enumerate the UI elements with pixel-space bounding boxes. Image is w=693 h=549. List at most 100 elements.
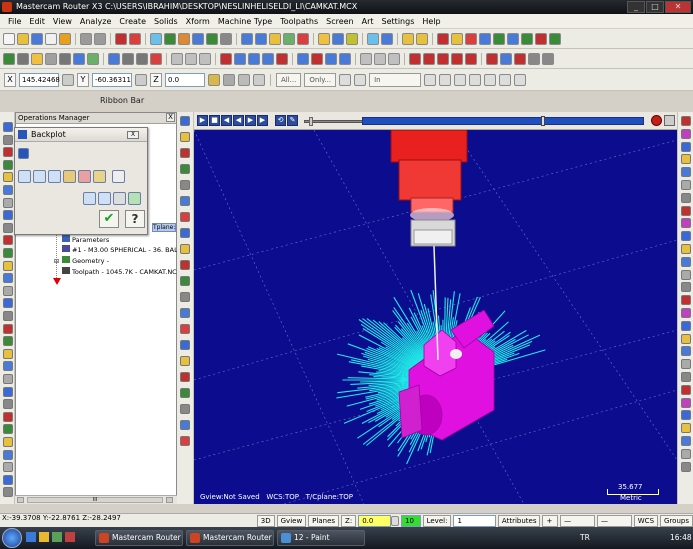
folder-icon[interactable]	[39, 532, 49, 542]
left-tool-7-icon[interactable]	[3, 197, 13, 208]
task-mastercam-2[interactable]: Mastercam Router X...	[186, 530, 274, 546]
target-icon[interactable]	[514, 73, 527, 86]
info-icon[interactable]	[112, 170, 125, 183]
xform-project-icon[interactable]	[325, 52, 337, 65]
cube-icon[interactable]	[283, 32, 295, 45]
help-button[interactable]: ?	[125, 210, 145, 228]
analyze-icon[interactable]	[367, 32, 379, 45]
left-tool-4-icon[interactable]	[3, 159, 13, 170]
misc1-icon[interactable]	[486, 52, 498, 65]
right-tool-3-icon[interactable]	[681, 141, 691, 152]
gview-button[interactable]: Gview	[276, 514, 307, 527]
play-icon[interactable]: ▶	[197, 115, 208, 126]
task-paint[interactable]: 12 - Paint	[277, 530, 365, 546]
cut-icon[interactable]	[59, 32, 71, 45]
misc4-icon[interactable]	[528, 52, 540, 65]
view-right-icon[interactable]	[220, 32, 232, 45]
close-window-button[interactable]: ✕	[665, 1, 691, 13]
redo-icon[interactable]	[94, 32, 106, 45]
wcs-icon[interactable]	[318, 32, 330, 45]
camera-icon[interactable]	[113, 192, 126, 205]
left-tool-16-icon[interactable]	[3, 311, 13, 321]
left-tool-17-icon[interactable]	[3, 323, 13, 334]
solid-sweep-icon[interactable]	[388, 52, 400, 65]
fillet-icon[interactable]	[45, 52, 57, 65]
lock-icon[interactable]	[208, 73, 220, 86]
view-tool-21-icon[interactable]	[180, 436, 190, 446]
break-icon[interactable]	[122, 52, 134, 65]
level-label[interactable]: Level:	[422, 514, 452, 527]
grid-icon[interactable]	[437, 32, 449, 45]
media-icon[interactable]	[52, 532, 62, 542]
undo-icon[interactable]	[80, 32, 92, 45]
language-indicator[interactable]: TR	[580, 533, 590, 542]
right-tool-19-icon[interactable]	[681, 346, 691, 357]
view-tool-5-icon[interactable]	[180, 180, 190, 190]
line-width-dropdown[interactable]: —	[596, 514, 632, 527]
insert-arrow-icon[interactable]	[53, 278, 61, 285]
toolpath-icon[interactable]	[479, 32, 491, 45]
xform-offset-icon[interactable]	[311, 52, 323, 65]
left-tool-20-icon[interactable]	[3, 361, 13, 372]
menu-screen[interactable]: Screen	[322, 17, 358, 26]
misc3-icon[interactable]	[514, 52, 526, 65]
left-tool-5-icon[interactable]	[3, 172, 13, 183]
group1-icon[interactable]	[409, 52, 421, 65]
right-tool-23-icon[interactable]	[681, 397, 691, 408]
left-tool-9-icon[interactable]	[3, 222, 13, 233]
cplane-icon[interactable]	[297, 32, 309, 45]
right-tool-13-icon[interactable]	[681, 269, 691, 280]
left-tool-28-icon[interactable]	[3, 462, 13, 473]
group4-icon[interactable]	[451, 52, 463, 65]
right-tool-26-icon[interactable]	[681, 436, 691, 446]
mirror-icon[interactable]	[199, 52, 211, 65]
spline-icon[interactable]	[87, 52, 99, 65]
wcs-button[interactable]: WCS	[633, 514, 659, 527]
rotate-icon[interactable]	[185, 52, 197, 65]
menu-toolpaths[interactable]: Toolpaths	[276, 17, 322, 26]
left-tool-25-icon[interactable]	[3, 424, 13, 435]
all-button[interactable]: All...	[276, 72, 302, 87]
left-tool-18-icon[interactable]	[3, 336, 13, 347]
settings-icon[interactable]	[549, 32, 561, 45]
left-tool-15-icon[interactable]	[3, 298, 13, 309]
rectangle-icon[interactable]	[73, 52, 85, 65]
3d-button[interactable]: 3D	[256, 514, 275, 527]
level-icon[interactable]	[451, 32, 463, 45]
menu-settings[interactable]: Settings	[378, 17, 419, 26]
view-top-icon[interactable]	[192, 32, 204, 45]
view-front-icon[interactable]	[206, 32, 218, 45]
view-tool-7-icon[interactable]	[180, 212, 190, 222]
zoom-window-icon[interactable]	[150, 32, 162, 45]
right-tool-27-icon[interactable]	[681, 448, 691, 459]
new-icon[interactable]	[3, 32, 15, 45]
level-field[interactable]: 1	[453, 514, 496, 527]
select-icon[interactable]	[223, 73, 235, 86]
app-icon[interactable]	[65, 532, 75, 542]
join-icon[interactable]	[136, 52, 148, 65]
dropdown-arrow-icon[interactable]	[135, 73, 147, 86]
chamfer-icon[interactable]	[59, 52, 71, 65]
maximize-button[interactable]: □	[646, 1, 664, 13]
left-tool-23-icon[interactable]	[3, 399, 13, 410]
unzoom-icon[interactable]	[164, 32, 176, 45]
measure-icon[interactable]	[381, 32, 393, 45]
save-icon[interactable]	[128, 192, 141, 205]
menu-help[interactable]: Help	[418, 17, 444, 26]
dropdown-arrow-icon[interactable]	[62, 73, 74, 86]
arc-icon[interactable]	[31, 52, 43, 65]
solid-icon[interactable]	[493, 32, 505, 45]
right-tool-4-icon[interactable]	[681, 154, 691, 165]
right-tool-10-icon[interactable]	[681, 231, 691, 242]
menu-solids[interactable]: Solids	[150, 17, 182, 26]
point-style-dropdown[interactable]: +	[542, 514, 559, 527]
view-tool-16-icon[interactable]	[180, 356, 190, 366]
translate-icon[interactable]	[171, 52, 183, 65]
ok-button[interactable]: ✔	[99, 210, 119, 228]
trace-icon[interactable]	[98, 192, 111, 205]
right-tool-28-icon[interactable]	[681, 461, 691, 472]
toolpath-face-icon[interactable]	[262, 52, 274, 65]
left-tool-12-icon[interactable]	[3, 260, 13, 271]
left-tool-3-icon[interactable]	[3, 147, 13, 158]
right-tool-5-icon[interactable]	[681, 167, 691, 178]
